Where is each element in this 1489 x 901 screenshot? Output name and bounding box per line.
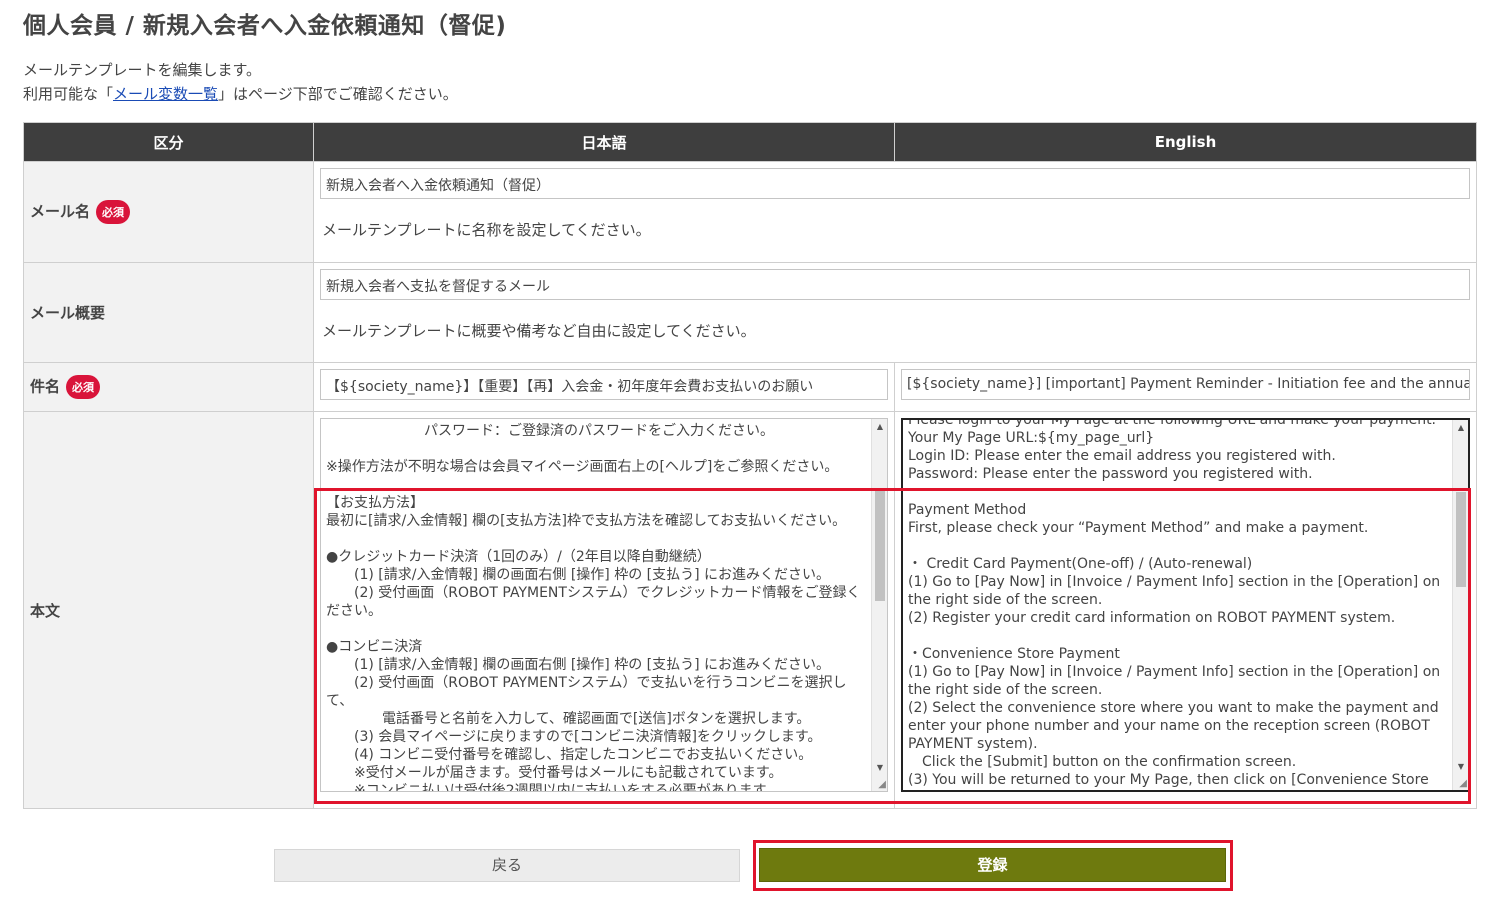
- subject-ja-input[interactable]: 【${society_name}】【重要】【再】入会金・初年度年会費お支払いのお…: [320, 369, 888, 400]
- mail-summary-label: メール概要: [30, 304, 106, 322]
- back-button[interactable]: 戻る: [274, 849, 740, 882]
- body-label-cell: 本文: [23, 411, 314, 809]
- highlight-box-body: [314, 488, 1471, 804]
- intro-line-1: メールテンプレートを編集します。: [23, 61, 262, 79]
- intro-text: メールテンプレートを編集します。 利用可能な「メール変数一覧」はページ下部でご確…: [23, 58, 458, 106]
- required-badge: 必須: [66, 375, 101, 399]
- mail-summary-label-cell: メール概要: [23, 262, 314, 363]
- scroll-up-icon[interactable]: ▲: [872, 420, 887, 434]
- body-label: 本文: [30, 601, 61, 620]
- mail-summary-input[interactable]: 新規入会者へ支払を督促するメール: [320, 269, 1470, 300]
- submit-button[interactable]: 登録: [759, 848, 1226, 882]
- column-header-english: English: [894, 122, 1477, 162]
- mail-summary-value-cell: 新規入会者へ支払を督促するメール メールテンプレートに概要や備考など自由に設定し…: [313, 262, 1477, 363]
- mail-name-label: メール名: [30, 202, 91, 221]
- mail-variables-link[interactable]: メール変数一覧: [113, 85, 218, 103]
- mail-name-value-cell: 新規入会者へ入金依頼通知（督促） メールテンプレートに名称を設定してください。: [313, 161, 1477, 263]
- page-title: 個人会員 / 新規入会者へ入金依頼通知（督促): [23, 13, 507, 39]
- subject-en-cell: [${society_name}] [important] Payment Re…: [894, 362, 1477, 412]
- column-header-category: 区分: [23, 122, 314, 162]
- mail-name-input[interactable]: 新規入会者へ入金依頼通知（督促）: [320, 168, 1470, 199]
- mail-summary-hint: メールテンプレートに概要や備考など自由に設定してください。: [322, 322, 756, 340]
- required-badge: 必須: [96, 200, 131, 224]
- subject-ja-cell: 【${society_name}】【重要】【再】入会金・初年度年会費お支払いのお…: [313, 362, 895, 412]
- intro-line-2: 利用可能な「メール変数一覧」はページ下部でご確認ください。: [23, 82, 458, 106]
- mail-name-label-cell: メール名 必須: [23, 161, 314, 263]
- subject-en-input[interactable]: [${society_name}] [important] Payment Re…: [901, 369, 1470, 400]
- column-header-japanese: 日本語: [313, 122, 895, 162]
- intro-suffix: 」はページ下部でご確認ください。: [218, 85, 458, 103]
- subject-label: 件名: [30, 377, 61, 396]
- mail-name-hint: メールテンプレートに名称を設定してください。: [322, 221, 651, 239]
- intro-prefix: 利用可能な「: [23, 85, 114, 103]
- subject-label-cell: 件名 必須: [23, 362, 314, 412]
- scroll-up-icon[interactable]: ▲: [1453, 421, 1468, 435]
